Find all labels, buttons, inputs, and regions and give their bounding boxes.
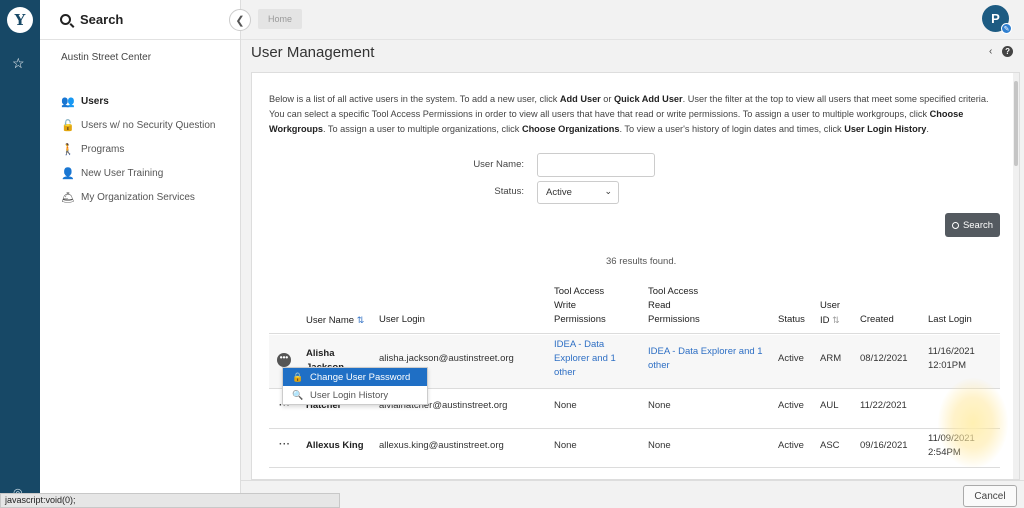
col-user-name[interactable]: User Name ⇅ (306, 313, 364, 328)
sidebar-item-label: New User Training (81, 167, 164, 179)
person-icon: 👤 (61, 167, 75, 180)
user-login-history-emphasis: User Login History (844, 124, 927, 134)
user-name-cell[interactable]: Allexus King (306, 439, 364, 453)
sidebar-search-header[interactable]: Search (40, 0, 240, 40)
top-bar: Home P ✎ (241, 0, 1024, 40)
username-label: User Name: (473, 159, 524, 170)
status-select[interactable]: Active ⌄ (537, 181, 619, 204)
header-divider (269, 333, 1000, 334)
chevron-down-icon: ⌄ (604, 186, 612, 196)
row-actions-button[interactable]: ··· (279, 439, 291, 450)
menu-item-label: User Login History (310, 389, 389, 401)
footer-bar: Cancel (241, 480, 1024, 508)
row-divider (269, 467, 1000, 468)
change-user-password-menu-item[interactable]: 🔒 Change User Password (283, 368, 427, 386)
col-user-login[interactable]: User Login (379, 313, 425, 327)
sidebar-item-users[interactable]: 👥 Users (61, 89, 241, 113)
status-label: Status: (494, 186, 524, 197)
created-cell: 09/16/2021 (860, 440, 908, 451)
user-login-cell: alisha.jackson@austinstreet.org (379, 353, 514, 364)
search-icon: 🔍 (292, 389, 304, 400)
status-cell: Active (778, 400, 804, 411)
created-cell: 11/22/2021 (860, 400, 907, 411)
col-status[interactable]: Status (778, 313, 805, 327)
status-cell: Active (778, 353, 804, 364)
sidebar-item-programs[interactable]: 🚶 Programs (61, 137, 241, 161)
walking-person-icon: 🚶 (61, 143, 75, 156)
sidebar-item-new-user-training[interactable]: 👤 New User Training (61, 161, 241, 185)
last-login-cell: 11/16/2021 12:01PM (928, 346, 975, 371)
collapse-sidebar-button[interactable]: ❮ (229, 9, 251, 31)
search-button-label: Search (962, 219, 994, 231)
service-bell-icon: 🛎 (61, 191, 75, 204)
favorites-star-icon[interactable]: ☆ (12, 55, 25, 72)
col-user-id[interactable]: User ID ⇅ (820, 299, 840, 328)
write-permissions-link[interactable]: IDEA - Data Explorer and 1 other (554, 338, 616, 380)
sidebar-item-label: Users w/ no Security Question (81, 119, 216, 131)
search-button[interactable]: Search (945, 213, 1000, 237)
sort-icon[interactable]: ⇅ (357, 315, 365, 325)
users-icon: 👥 (61, 95, 75, 108)
app-rail: Y ☆ ◎ (0, 0, 40, 508)
page-title: User Management (251, 44, 375, 61)
chevron-left-icon[interactable]: ‹ (989, 46, 992, 57)
write-permissions-cell: None (554, 400, 577, 411)
add-user-emphasis: Add User (559, 94, 601, 104)
quick-add-user-emphasis: Quick Add User (614, 94, 683, 104)
scrollbar-thumb[interactable] (1014, 81, 1018, 166)
sidebar-item-my-organization-services[interactable]: 🛎 My Organization Services (61, 185, 241, 209)
user-id-cell: ASC (820, 440, 840, 451)
cancel-button[interactable]: Cancel (963, 485, 1017, 507)
col-created[interactable]: Created (860, 313, 894, 327)
sort-icon[interactable]: ⇅ (832, 315, 840, 325)
help-icon[interactable]: ? (1002, 46, 1014, 57)
sidebar: Search Austin Street Center 👥 Users 🔓 Us… (40, 0, 241, 508)
sidebar-item-label: Programs (81, 143, 125, 155)
created-cell: 08/12/2021 (860, 353, 908, 364)
chevron-left-icon: ❮ (235, 14, 245, 27)
username-input[interactable] (537, 153, 655, 177)
sidebar-item-label: Users (81, 95, 109, 107)
app-logo[interactable]: Y (7, 7, 33, 33)
row-divider (269, 428, 1000, 429)
user-management-card: Below is a list of all active users in t… (251, 72, 1020, 480)
breadcrumb-home[interactable]: Home (258, 9, 303, 29)
lock-icon: 🔒 (292, 371, 304, 382)
read-permissions-cell: None (648, 400, 671, 411)
read-permissions-link[interactable]: IDEA - Data Explorer and 1 other (648, 345, 763, 373)
sidebar-item-users-no-security-question[interactable]: 🔓 Users w/ no Security Question (61, 113, 241, 137)
read-permissions-cell: None (648, 440, 671, 451)
edit-pencil-icon: ✎ (1001, 23, 1012, 34)
col-write-permissions[interactable]: Tool Access Write Permissions (554, 285, 606, 327)
sidebar-nav: 👥 Users 🔓 Users w/ no Security Question … (61, 89, 241, 209)
search-icon (951, 221, 959, 229)
write-permissions-cell: None (554, 440, 577, 451)
search-icon (60, 14, 71, 25)
intro-text: Below is a list of all active users in t… (269, 94, 989, 134)
results-count: 36 results found. (606, 256, 677, 267)
organization-name: Austin Street Center (61, 52, 152, 63)
row-actions-button[interactable]: ••• (277, 353, 291, 367)
status-select-value: Active (546, 187, 572, 198)
cursor-highlight (938, 378, 1008, 468)
scrollbar[interactable] (1013, 73, 1019, 479)
choose-organizations-emphasis: Choose Organizations (521, 124, 620, 134)
lock-icon: 🔓 (61, 119, 75, 132)
user-login-cell: allexus.king@austinstreet.org (379, 440, 504, 451)
title-tools: ‹ ? (982, 46, 1014, 57)
sidebar-item-label: My Organization Services (81, 191, 195, 203)
status-cell: Active (778, 440, 804, 451)
browser-status-url: javascript:void(0); (0, 493, 340, 508)
user-id-cell: AUL (820, 400, 839, 411)
menu-item-label: Change User Password (310, 371, 411, 383)
sidebar-title: Search (80, 12, 124, 27)
col-read-permissions[interactable]: Tool Access Read Permissions (648, 285, 700, 327)
user-login-history-menu-item[interactable]: 🔍 User Login History (283, 386, 427, 404)
row-actions-menu: 🔒 Change User Password 🔍 User Login Hist… (282, 367, 428, 405)
col-last-login[interactable]: Last Login (928, 313, 972, 327)
user-id-cell: ARM (820, 353, 842, 364)
